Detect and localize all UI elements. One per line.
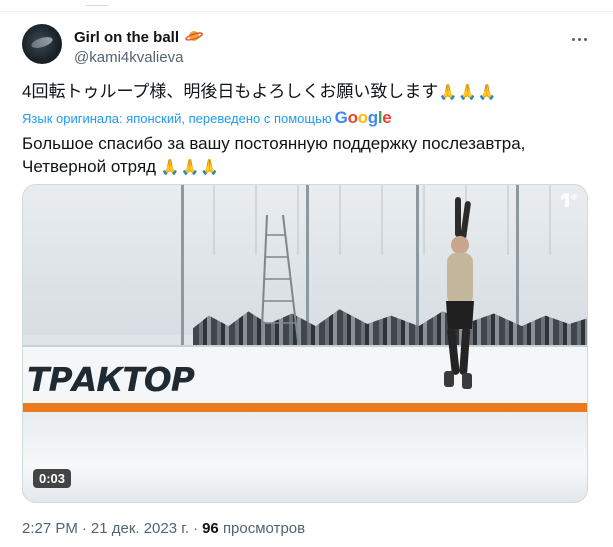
skater-figure xyxy=(444,197,474,389)
ice-surface xyxy=(23,412,587,502)
tweet-original-text: 4回転トゥループ様、明後日もよろしくお願い致します xyxy=(22,82,439,101)
translation-attribution-link[interactable]: Язык оригинала: японский, переведено с п… xyxy=(22,108,392,128)
google-logo-icon: Google xyxy=(334,108,392,127)
ladder-icon xyxy=(261,215,300,350)
more-dot-icon xyxy=(577,37,581,41)
tweet-time[interactable]: 2:27 PM xyxy=(22,520,78,537)
tweet-metadata: 2:27 PM · 21 дек. 2023 г. · 96 просмотров xyxy=(22,520,305,537)
more-dot-icon xyxy=(583,37,587,41)
author-display-name[interactable]: Girl on the ball xyxy=(74,29,179,46)
translated-text: Большое спасибо за вашу постоянную подде… xyxy=(22,132,592,179)
rink-board-stripe xyxy=(23,403,587,412)
views-label: просмотров xyxy=(222,520,306,537)
more-dot-icon xyxy=(571,37,575,41)
video-glass-frame xyxy=(416,185,419,345)
author-name[interactable]: Girl on the ball xyxy=(74,28,204,48)
views-count: 96 xyxy=(202,520,219,537)
folded-hands-emoji: 🙏🙏🙏 xyxy=(160,159,220,176)
video-ceiling xyxy=(173,185,587,255)
video-glass-frame xyxy=(306,185,309,345)
video-glass-frame xyxy=(181,185,184,345)
video-player[interactable]: ТРАКТОР 0:03 xyxy=(22,184,588,503)
avatar[interactable] xyxy=(22,24,62,64)
planet-icon xyxy=(185,28,204,48)
previous-tweet-divider xyxy=(0,0,613,12)
translation-attribution-text: Язык оригинала: японский, переведено с п… xyxy=(22,110,332,126)
meta-separator: · xyxy=(81,520,87,537)
channel-one-logo-icon xyxy=(561,193,577,207)
folded-hands-emoji: 🙏🙏🙏 xyxy=(438,84,498,101)
author-handle[interactable]: @kami4kvalieva xyxy=(74,49,183,66)
video-glass-frame xyxy=(516,185,519,345)
tweet-date[interactable]: 21 дек. 2023 г. xyxy=(91,520,189,537)
meta-separator-2: · xyxy=(193,520,199,537)
thread-line xyxy=(86,0,108,6)
avatar-image xyxy=(30,34,54,51)
tweet-text: 4回転トゥループ様、明後日もよろしくお願い致します🙏🙏🙏 xyxy=(22,81,497,104)
more-options-button[interactable] xyxy=(568,28,590,50)
translated-text-line: Большое спасибо за вашу постоянную подде… xyxy=(22,134,526,153)
rink-logo: ТРАКТОР xyxy=(27,360,195,399)
video-duration-badge: 0:03 xyxy=(33,469,72,488)
translated-text-line-2: Четверной отряд 🙏🙏🙏 xyxy=(22,155,592,179)
